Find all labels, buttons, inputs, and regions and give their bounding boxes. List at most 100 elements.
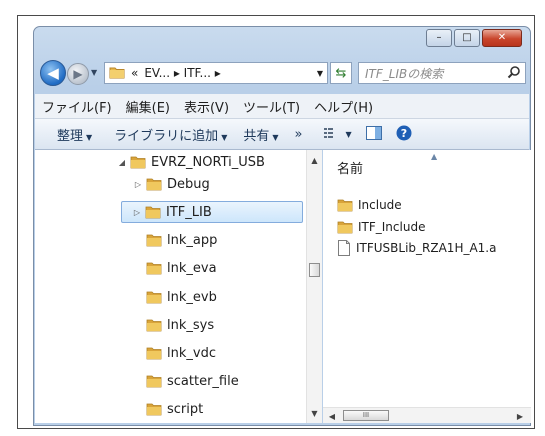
more-commands-label: » (294, 126, 303, 142)
menu-file[interactable]: ファイル(F) (35, 97, 119, 116)
file-name: Include (358, 198, 402, 212)
address-bar[interactable]: « EV... ▸ ITF... ▸ ▼ (104, 62, 328, 84)
folder-icon (145, 205, 161, 219)
tree-item-label: script (167, 401, 204, 417)
tree-item-label: Debug (167, 176, 210, 192)
navigation-pane: ◢ EVRZ_NORTi_USB ▷ Debug ▷ ITF_LIB lnk_app lnk_… (35, 150, 322, 423)
breadcrumb[interactable]: EV... ▸ ITF... ▸ (144, 66, 220, 80)
folder-icon (130, 155, 146, 169)
chevron-down-icon: ▼ (272, 132, 279, 142)
folder-icon (146, 261, 162, 275)
tree-item[interactable]: ▷ Debug (132, 173, 210, 195)
tree-item[interactable]: lnk_eva (132, 257, 217, 279)
scrollbar-thumb[interactable]: III (343, 410, 389, 421)
close-button[interactable]: ✕ (482, 29, 522, 47)
menu-view[interactable]: 表示(V) (177, 97, 236, 116)
folder-icon (146, 290, 162, 304)
file-icon (337, 240, 351, 256)
more-commands-button[interactable]: » (287, 127, 311, 142)
folder-icon (337, 220, 353, 234)
search-icon[interactable] (507, 65, 521, 82)
forward-arrow-icon: ▶ (73, 67, 83, 81)
preview-pane-icon (365, 125, 382, 143)
tree-item-label: lnk_evb (167, 289, 217, 305)
scroll-right-icon[interactable]: ▶ (513, 409, 527, 423)
sort-ascending-icon: ▲ (431, 152, 438, 161)
chevron-down-icon: ▼ (86, 132, 93, 142)
tree-item-label: ITF_LIB (166, 204, 212, 220)
preview-pane-button[interactable] (365, 125, 382, 143)
svg-text:?: ? (400, 127, 406, 140)
explorer-window: – □ ✕ ◀ ▶ ▼ « EV... ▸ ITF... ▸ ▼ ⇆ ITF_L… (33, 26, 531, 426)
file-name: ITF_Include (358, 220, 426, 234)
back-button[interactable]: ◀ (40, 60, 66, 86)
file-list-pane: 名前 ▲ Include ITF_Include ITFUSBLib_RZA1H_A… (323, 150, 531, 423)
tree-item-label: lnk_eva (167, 260, 217, 276)
expanded-arrow-icon[interactable]: ◢ (116, 158, 128, 167)
file-list-scrollbar[interactable]: ◀ III ▶ (323, 407, 531, 423)
help-button[interactable]: ? (396, 125, 412, 144)
list-item[interactable]: Include (335, 195, 402, 215)
organize-button[interactable]: 整理 ▼ (49, 125, 100, 144)
file-name: ITFUSBLib_RZA1H_A1.a (356, 241, 497, 255)
refresh-button[interactable]: ⇆ (330, 62, 352, 84)
scrollbar-thumb[interactable] (309, 263, 320, 277)
tree-item-label: lnk_app (167, 232, 218, 248)
folder-icon (146, 233, 162, 247)
search-placeholder: ITF_LIBの検索 (365, 66, 444, 81)
maximize-icon: □ (462, 32, 472, 43)
folder-icon (146, 318, 162, 332)
refresh-icon: ⇆ (335, 65, 347, 81)
navigation-bar: ◀ ▶ ▼ « EV... ▸ ITF... ▸ ▼ ⇆ ITF_LIBの検索 (38, 59, 526, 87)
folder-icon (109, 65, 125, 82)
folder-icon (146, 374, 162, 388)
menu-tools[interactable]: ツール(T) (236, 97, 307, 116)
folder-icon (146, 402, 162, 416)
list-item[interactable]: ITFUSBLib_RZA1H_A1.a (335, 238, 496, 258)
chevron-down-icon: ▼ (221, 132, 228, 142)
command-bar: 整理 ▼ ライブラリに追加 ▼ 共有 ▼ » ▼ ? (35, 119, 529, 150)
search-input[interactable]: ITF_LIBの検索 (358, 62, 526, 84)
tree-item[interactable]: script (132, 398, 203, 420)
maximize-button[interactable]: □ (454, 29, 480, 47)
forward-button[interactable]: ▶ (67, 63, 89, 85)
add-to-library-button[interactable]: ライブラリに追加 ▼ (106, 125, 235, 144)
navigation-pane-scrollbar[interactable]: ▲ ▼ (306, 150, 322, 423)
scroll-down-icon[interactable]: ▼ (307, 405, 322, 421)
help-icon: ? (396, 125, 412, 144)
tree-item[interactable]: ▷ ITF_LIB (121, 201, 303, 223)
minimize-button[interactable]: – (426, 29, 452, 47)
tree-item-label: lnk_sys (167, 317, 215, 333)
recent-pages-dropdown[interactable]: ▼ (91, 68, 97, 77)
menu-edit[interactable]: 編集(E) (119, 97, 177, 116)
back-arrow-icon: ◀ (47, 64, 59, 82)
chevron-down-icon[interactable]: ▼ (317, 69, 323, 78)
scroll-up-icon[interactable]: ▲ (307, 152, 322, 168)
list-item[interactable]: ITF_Include (335, 217, 425, 237)
view-options-button[interactable]: ▼ (324, 127, 352, 142)
expand-arrow-icon[interactable]: ▷ (132, 180, 144, 189)
folder-icon (146, 177, 162, 191)
tree-item-label: scatter_file (167, 373, 239, 389)
scroll-left-icon[interactable]: ◀ (325, 409, 339, 423)
expand-arrow-icon[interactable]: ▷ (131, 208, 143, 217)
close-icon: ✕ (497, 32, 507, 43)
tree-item[interactable]: scatter_file (132, 370, 239, 392)
organize-label: 整理 (57, 128, 84, 144)
view-options-icon (324, 127, 342, 142)
tree-item[interactable]: lnk_vdc (132, 342, 216, 364)
tree-item[interactable]: lnk_evb (132, 286, 217, 308)
add-to-library-label: ライブラリに追加 (114, 128, 219, 144)
tree-item[interactable]: lnk_app (132, 229, 217, 251)
menu-help[interactable]: ヘルプ(H) (307, 97, 380, 116)
column-header-name[interactable]: 名前 (337, 158, 363, 177)
breadcrumb-overflow[interactable]: « (131, 66, 138, 80)
folder-icon (146, 346, 162, 360)
tree-item[interactable]: ◢ EVRZ_NORTi_USB (116, 151, 265, 173)
tree-item-label: EVRZ_NORTi_USB (151, 154, 265, 170)
folder-icon (337, 198, 353, 212)
share-button[interactable]: 共有 ▼ (235, 125, 286, 144)
share-label: 共有 (243, 128, 270, 144)
tree-item-label: lnk_vdc (167, 345, 216, 361)
tree-item[interactable]: lnk_sys (132, 314, 214, 336)
